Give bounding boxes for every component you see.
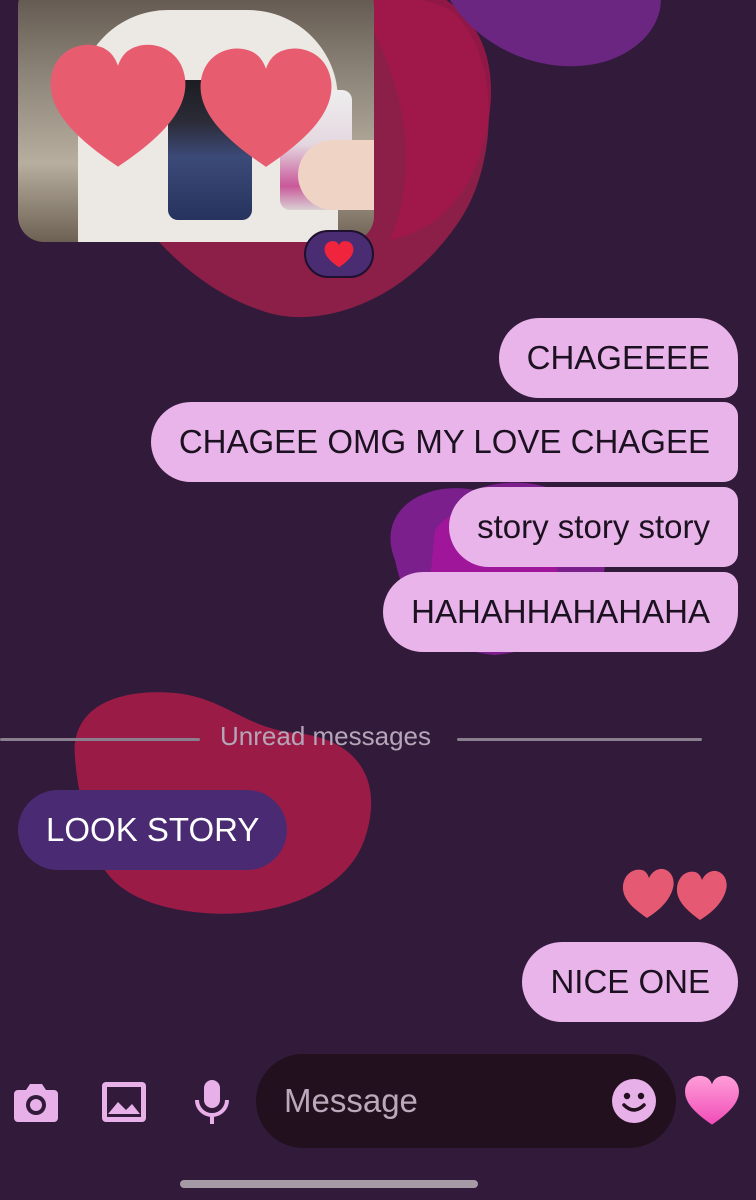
- divider-line: [457, 738, 702, 741]
- message-field[interactable]: [256, 1054, 676, 1148]
- sent-message[interactable]: CHAGEEEE: [498, 318, 738, 398]
- sent-message[interactable]: NICE ONE: [522, 942, 738, 1022]
- unread-divider-label: Unread messages: [220, 721, 431, 751]
- sent-message[interactable]: HAHAHHAHAHAHA: [383, 572, 738, 652]
- heart-icon: [324, 241, 354, 268]
- smiley-icon[interactable]: [610, 1077, 658, 1125]
- photo-heart-sticker: [200, 48, 332, 167]
- unread-divider: Unread messages: [0, 718, 756, 758]
- photo-reaction-badge[interactable]: [304, 230, 374, 278]
- sent-message[interactable]: story story story: [449, 487, 738, 567]
- microphone-icon[interactable]: [186, 1076, 238, 1128]
- home-indicator[interactable]: [180, 1180, 478, 1188]
- camera-icon[interactable]: [10, 1076, 62, 1128]
- image-icon[interactable]: [98, 1076, 150, 1128]
- chat-thread: CHAGEEEE CHAGEE OMG MY LOVE CHAGEE story…: [0, 0, 756, 1200]
- shared-photo[interactable]: [18, 0, 374, 242]
- heart-icon[interactable]: [684, 1074, 740, 1126]
- message-input[interactable]: [284, 1054, 604, 1148]
- two-hearts-sticker[interactable]: [620, 866, 730, 926]
- divider-line: [0, 738, 200, 741]
- received-message[interactable]: LOOK STORY: [18, 790, 288, 870]
- photo-heart-sticker: [50, 44, 186, 167]
- sent-message[interactable]: CHAGEE OMG MY LOVE CHAGEE: [150, 402, 738, 482]
